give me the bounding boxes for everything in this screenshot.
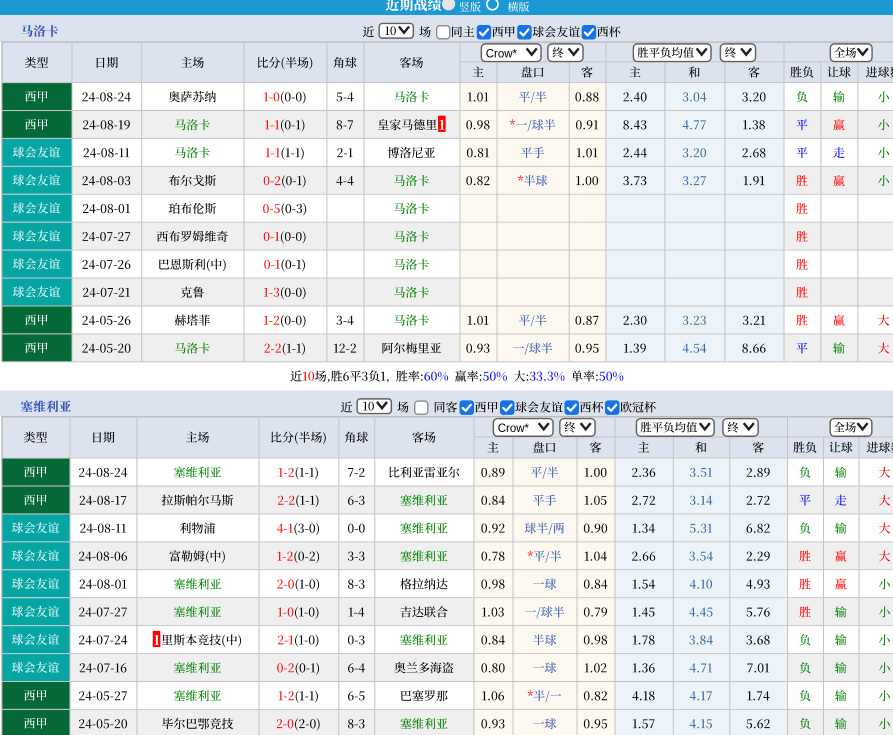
svg-text:Crow*: Crow* [498,423,530,435]
svg-text:Crow*: Crow* [486,48,518,60]
